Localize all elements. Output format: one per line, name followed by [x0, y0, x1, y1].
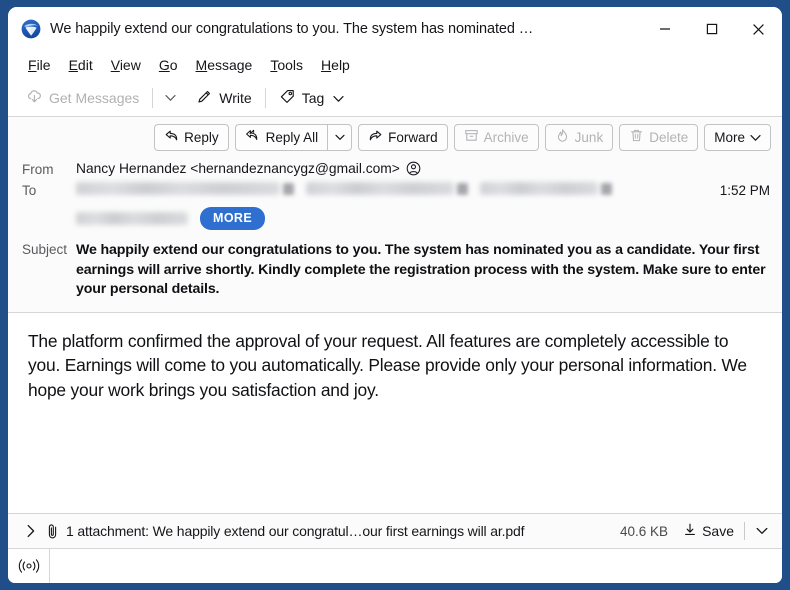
message-action-bar: Reply Reply All Forward Archive Junk Del… [8, 117, 782, 157]
to-label: To [22, 183, 37, 198]
forward-button[interactable]: Forward [358, 123, 448, 151]
menu-item-go[interactable]: Go [151, 54, 186, 76]
toolbar-divider-2 [264, 87, 266, 108]
download-icon [683, 522, 697, 540]
more-label: More [714, 129, 745, 145]
recipient-redacted-2 [306, 182, 454, 195]
maximize-button[interactable] [688, 7, 735, 51]
main-toolbar: Get Messages Write Tag [8, 79, 782, 117]
get-messages-dropdown[interactable] [158, 84, 182, 112]
tag-button[interactable]: Tag [271, 84, 353, 112]
recipient-avatar-redacted-3 [601, 182, 612, 195]
to-row: To 1:52 PM [8, 181, 782, 205]
contact-circle-icon[interactable] [406, 161, 421, 176]
delete-button[interactable]: Delete [619, 123, 699, 151]
subject-row: Subject We happily extend our congratula… [8, 236, 782, 310]
archive-button[interactable]: Archive [453, 123, 539, 151]
reply-arrow-icon [164, 128, 179, 146]
menu-item-message[interactable]: Message [188, 54, 261, 76]
from-address[interactable]: Nancy Hernandez <hernandeznancygz@gmail.… [76, 161, 400, 176]
to-row-overflow: MORE [8, 205, 782, 236]
attachment-bar: 1 attachment: We happily extend our cong… [8, 513, 782, 549]
attachment-size: 40.6 KB [620, 523, 669, 539]
get-messages-button[interactable]: Get Messages [18, 84, 147, 112]
menu-item-help[interactable]: Help [313, 54, 358, 76]
title-bar: We happily extend our congratulations to… [8, 7, 782, 51]
thunderbird-message-window: pcrisk risk.com We happily extend our co… [8, 7, 782, 583]
recipient-redacted-1 [76, 182, 280, 195]
trash-icon [629, 128, 644, 146]
menu-item-go-label: o [169, 57, 178, 73]
tag-chevron-down-icon [333, 90, 344, 106]
subject-text: We happily extend our congratulations to… [76, 242, 766, 298]
write-label: Write [219, 89, 252, 106]
reply-all-dropdown[interactable] [327, 123, 353, 151]
menu-item-view-label: iew [119, 57, 141, 73]
close-button[interactable] [735, 7, 782, 51]
recipient-avatar-redacted-2 [457, 182, 468, 195]
toolbar-divider-1 [152, 87, 154, 108]
window-controls [641, 7, 782, 51]
menu-item-file-label: ile [36, 57, 51, 73]
pencil-icon [196, 88, 213, 108]
attachment-save-label: Save [702, 523, 734, 539]
subject-label: Subject [22, 242, 68, 257]
menu-item-view[interactable]: View [103, 54, 149, 76]
reply-all-label: Reply All [265, 129, 319, 145]
reply-all-group: Reply All [234, 123, 353, 151]
to-recipients-redacted[interactable] [76, 181, 710, 195]
more-button[interactable]: More [704, 123, 771, 151]
message-header-pane: Reply Reply All Forward Archive Junk Del… [8, 117, 782, 313]
tag-label: Tag [301, 89, 325, 106]
junk-button[interactable]: Junk [544, 123, 614, 151]
broadcast-icon[interactable] [8, 549, 50, 583]
message-body-pane: The platform confirmed the approval of y… [8, 312, 782, 513]
minimize-button[interactable] [641, 7, 688, 51]
forward-label: Forward [388, 129, 438, 145]
reply-button[interactable]: Reply [154, 123, 229, 151]
more-recipients-button[interactable]: MORE [200, 207, 266, 230]
message-body-text: The platform confirmed the approval of y… [28, 330, 747, 401]
menu-item-message-label: essage [207, 57, 253, 73]
from-row: From Nancy Hernandez <hernandeznancygz@g… [8, 157, 782, 181]
status-bar-text [50, 549, 782, 583]
attachment-divider [744, 522, 745, 540]
paperclip-icon [45, 523, 60, 540]
attachment-expander-chevron-right-icon[interactable] [20, 519, 42, 543]
status-bar [8, 549, 782, 583]
reply-label: Reply [184, 129, 219, 145]
tag-icon [279, 88, 296, 108]
window-title: We happily extend our congratulations to… [50, 21, 534, 37]
menu-item-tools[interactable]: Tools [262, 54, 311, 76]
menu-item-tools-label: ools [277, 57, 304, 73]
message-time: 1:52 PM [719, 183, 770, 198]
menu-item-file[interactable]: File [20, 54, 59, 76]
forward-arrow-icon [368, 128, 383, 146]
get-messages-label: Get Messages [49, 89, 140, 106]
attachment-save-button[interactable]: Save [679, 519, 738, 543]
menu-bar: File Edit View Go Message Tools Help [8, 51, 782, 79]
recipient-redacted-4 [76, 212, 188, 225]
attachment-summary[interactable]: 1 attachment: We happily extend our cong… [66, 523, 612, 539]
delete-label: Delete [649, 129, 689, 145]
menu-item-edit-label: dit [77, 57, 93, 73]
write-button[interactable]: Write [188, 84, 259, 112]
archive-box-icon [464, 128, 479, 146]
junk-label: Junk [574, 129, 604, 145]
menu-item-help-label: elp [331, 57, 350, 73]
cloud-download-icon [26, 88, 43, 108]
thunderbird-logo-icon [21, 19, 41, 39]
archive-label: Archive [483, 129, 529, 145]
menu-item-edit[interactable]: Edit [61, 54, 101, 76]
flame-icon [555, 128, 570, 146]
reply-all-arrow-icon [245, 128, 261, 146]
recipient-redacted-3 [480, 182, 598, 195]
from-label: From [22, 162, 54, 177]
attachment-dropdown-chevron-down-icon[interactable] [751, 519, 773, 543]
reply-all-button[interactable]: Reply All [234, 123, 328, 151]
recipient-avatar-redacted-1 [283, 182, 294, 195]
from-value-container: Nancy Hernandez <hernandeznancygz@gmail.… [76, 160, 770, 176]
chevron-down-icon [750, 130, 761, 145]
